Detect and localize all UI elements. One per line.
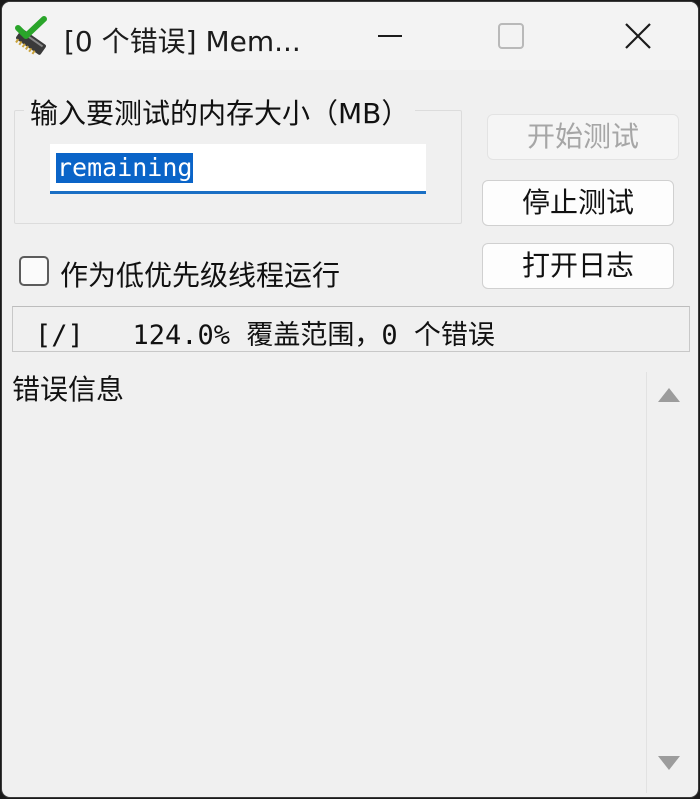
stop-test-button[interactable]: 停止测试 <box>482 180 674 226</box>
test-size-input[interactable]: remaining <box>50 144 426 194</box>
app-window: [0 个错误] Mem... 输入要测试的内存大小（MB） remaining … <box>2 2 698 797</box>
window-title: [0 个错误] Mem... <box>64 25 301 58</box>
start-test-button[interactable]: 开始测试 <box>487 114 679 160</box>
scroll-up-arrow-icon[interactable] <box>658 388 680 402</box>
minimize-button[interactable] <box>330 2 450 70</box>
test-size-legend: 输入要测试的内存大小（MB） <box>24 92 416 132</box>
error-info-title: 错误信息 <box>12 373 125 406</box>
maximize-icon <box>498 23 524 49</box>
minimize-icon <box>378 35 402 37</box>
memtest-check-icon <box>12 16 52 56</box>
close-icon <box>625 23 651 49</box>
low-priority-checkbox[interactable] <box>19 256 49 286</box>
maximize-button[interactable] <box>450 2 570 70</box>
error-scrollbar[interactable] <box>646 372 692 793</box>
status-text: [/] 124.0% 覆盖范围，0 个错误 <box>35 320 495 351</box>
close-button[interactable] <box>578 2 698 70</box>
status-bar: [/] 124.0% 覆盖范围，0 个错误 <box>12 306 690 352</box>
test-size-value: remaining <box>56 153 194 183</box>
scroll-down-arrow-icon[interactable] <box>658 756 680 770</box>
error-info-panel[interactable]: 错误信息 <box>6 368 692 793</box>
title-bar[interactable]: [0 个错误] Mem... <box>2 2 698 70</box>
open-log-button[interactable]: 打开日志 <box>482 243 674 289</box>
low-priority-label[interactable]: 作为低优先级线程运行 <box>60 254 340 294</box>
